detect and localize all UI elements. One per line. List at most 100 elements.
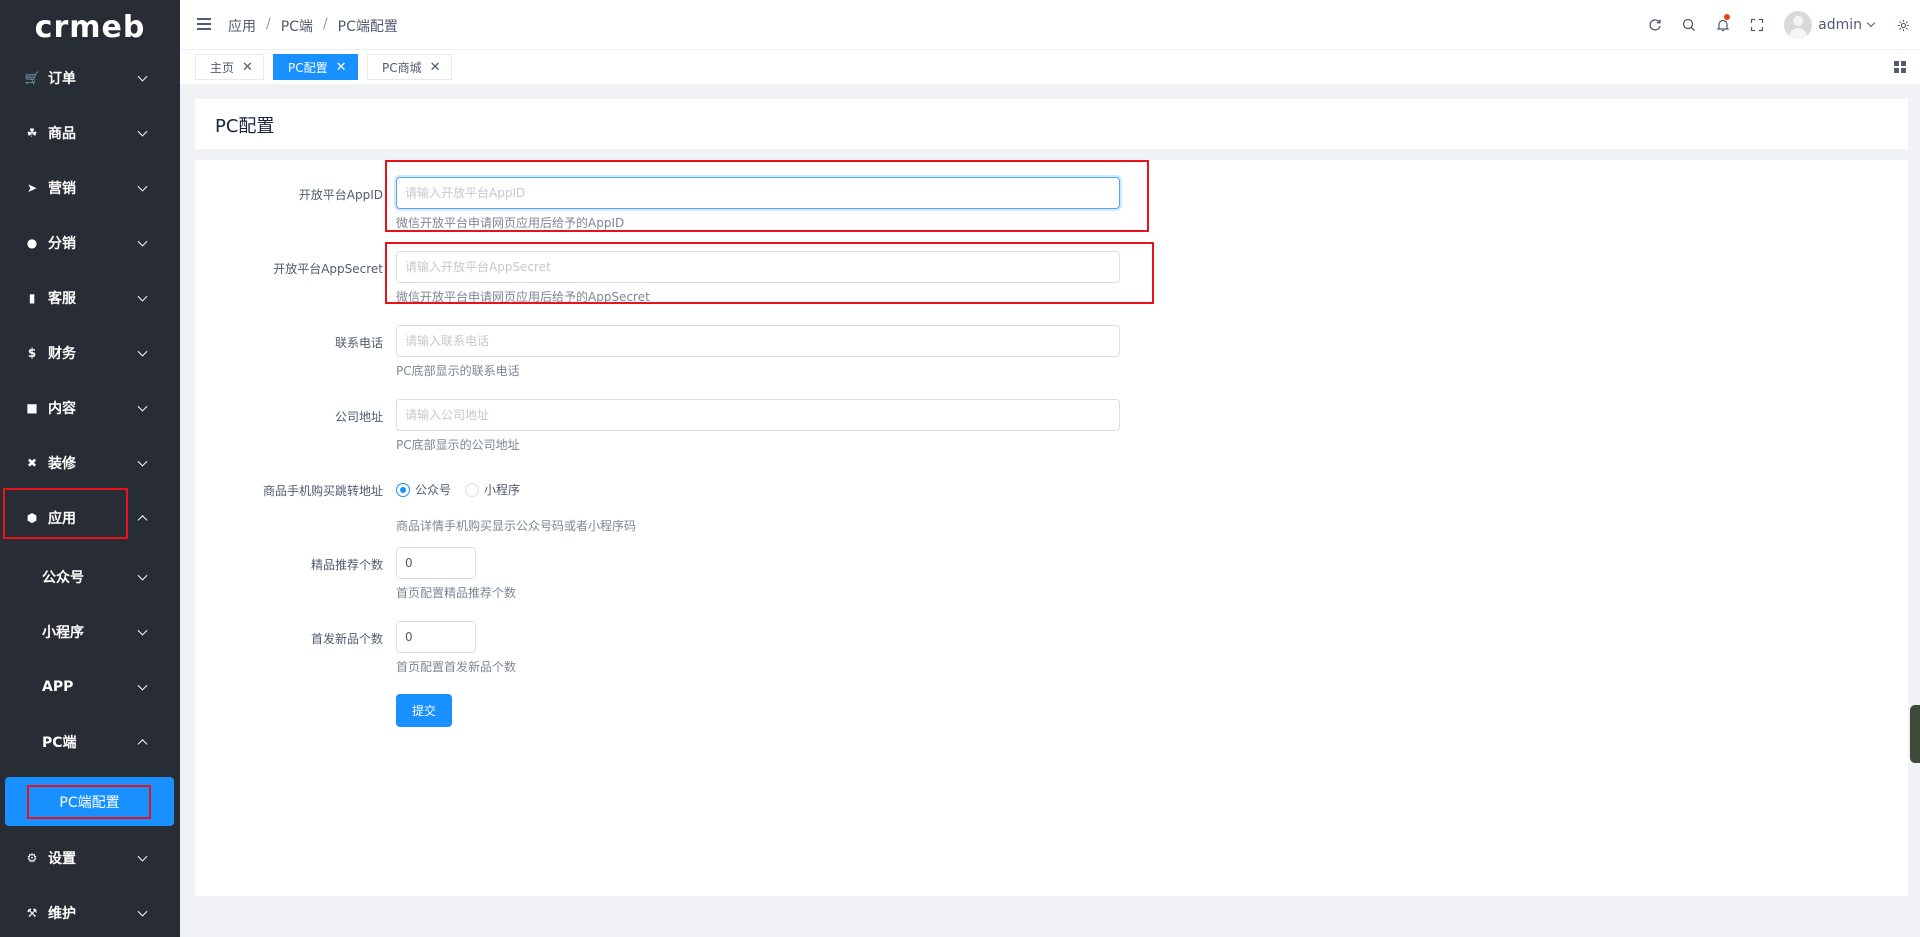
config-form: 开放平台AppID 微信开放平台申请网页应用后给予的AppID 开放平台AppS… — [195, 160, 1908, 896]
close-icon[interactable]: ✕ — [430, 60, 441, 75]
address-help: PC底部显示的公司地址 — [396, 438, 520, 452]
newcount-help: 首页配置首发新品个数 — [396, 660, 517, 674]
chevron-down-icon — [137, 680, 148, 691]
phone-input[interactable] — [396, 325, 1120, 357]
chevron-down-icon — [137, 181, 148, 192]
page-header-card: PC配置 — [195, 99, 1908, 149]
phone-label: 联系电话 — [334, 336, 383, 350]
sidebar-item-label: 财务 — [48, 345, 76, 362]
sidebar-item-label: 客服 — [48, 290, 76, 307]
sidebar: crmeb 🛒 订单 ☘ 商品 ➤ 营销 ● 分销 ▮ 客服 $ 财务 ■ 内容… — [0, 0, 180, 937]
sidebar-item-label: 维护 — [48, 905, 76, 922]
chevron-down-icon — [137, 906, 148, 917]
sidebar-subitem-pc[interactable]: PC端 — [0, 714, 180, 769]
sidebar-subitem-label: 小程序 — [42, 624, 84, 641]
chevron-up-icon — [137, 514, 148, 525]
appsecret-input[interactable] — [396, 251, 1120, 283]
sidebar-item-finance[interactable]: $ 财务 — [0, 325, 180, 380]
search-icon[interactable] — [1672, 0, 1706, 50]
sidebar-item-label: 商品 — [48, 125, 76, 142]
radio-label: 小程序 — [484, 483, 521, 497]
sidebar-item-apps[interactable]: ⬢ 应用 — [0, 490, 180, 545]
radio-mini-program[interactable]: 小程序 — [465, 481, 520, 498]
chevron-up-icon — [137, 738, 148, 749]
tab-home[interactable]: 主页 ✕ — [195, 54, 264, 80]
sidebar-subitem-mini-program[interactable]: 小程序 — [0, 604, 180, 659]
fullscreen-icon[interactable] — [1740, 0, 1774, 50]
appid-help: 微信开放平台申请网页应用后给予的AppID — [396, 216, 625, 230]
jump-label: 商品手机购买跳转地址 — [262, 484, 383, 498]
sidebar-leaf-pc-config[interactable]: PC端配置 — [5, 777, 174, 826]
chevron-down-icon — [137, 570, 148, 581]
appsecret-help: 微信开放平台申请网页应用后给予的AppSecret — [396, 290, 650, 304]
sidebar-item-products[interactable]: ☘ 商品 — [0, 105, 180, 160]
avatar[interactable] — [1784, 11, 1813, 39]
tools-icon: ✖ — [26, 455, 38, 470]
refresh-icon[interactable] — [1638, 0, 1672, 50]
hammer-icon: ⚒ — [26, 905, 38, 920]
tab-pc-config[interactable]: PC配置 ✕ — [273, 54, 358, 80]
users-icon: ● — [26, 235, 38, 250]
sidebar-item-content[interactable]: ■ 内容 — [0, 380, 180, 435]
address-input[interactable] — [396, 399, 1120, 431]
breadcrumb: 应用 / PC端 / PC端配置 — [228, 16, 398, 36]
username[interactable]: admin — [1818, 17, 1862, 33]
sidebar-item-settings[interactable]: ⚙ 设置 — [0, 830, 180, 885]
recommend-label: 精品推荐个数 — [310, 558, 383, 572]
tab-label: PC商城 — [382, 60, 422, 75]
basket-icon: ☘ — [26, 125, 38, 140]
tabs-bar: 主页 ✕ PC配置 ✕ PC商城 ✕ — [180, 50, 1920, 84]
chevron-down-icon — [137, 401, 148, 412]
breadcrumb-item[interactable]: 应用 — [228, 16, 256, 36]
tab-pc-mall[interactable]: PC商城 ✕ — [367, 54, 452, 80]
radio-official-account[interactable]: 公众号 — [396, 481, 451, 498]
submit-button[interactable]: 提交 — [396, 694, 452, 727]
sidebar-subitem-label: PC端 — [42, 734, 77, 751]
sidebar-item-label: 订单 — [48, 70, 76, 87]
appid-input[interactable] — [396, 177, 1120, 209]
sidebar-item-label: 应用 — [48, 510, 76, 527]
radio-unchecked-icon — [465, 482, 480, 497]
close-icon[interactable]: ✕ — [242, 60, 253, 75]
sidebar-subitem-official-account[interactable]: 公众号 — [0, 549, 180, 604]
chevron-down-icon — [137, 71, 148, 82]
book-icon: ■ — [26, 400, 38, 415]
address-label: 公司地址 — [334, 410, 383, 424]
sidebar-item-decoration[interactable]: ✖ 装修 — [0, 435, 180, 490]
chevron-down-icon — [137, 126, 148, 137]
sidebar-item-orders[interactable]: 🛒 订单 — [0, 50, 180, 105]
recommend-count-input[interactable] — [396, 547, 476, 579]
grid-menu-icon[interactable] — [1894, 61, 1906, 73]
sidebar-item-marketing[interactable]: ➤ 营销 — [0, 160, 180, 215]
chevron-down-icon — [137, 346, 148, 357]
chevron-down-icon[interactable] — [1866, 18, 1876, 28]
side-float-handle[interactable] — [1910, 705, 1920, 763]
newcount-input[interactable] — [396, 621, 476, 653]
radio-label: 公众号 — [415, 483, 452, 497]
chevron-down-icon — [137, 236, 148, 247]
cart-icon: 🛒 — [24, 70, 40, 85]
sidebar-item-label: 装修 — [48, 455, 76, 472]
sidebar-item-maintenance[interactable]: ⚒ 维护 — [0, 885, 180, 937]
top-header: 应用 / PC端 / PC端配置 admin — [180, 0, 1920, 50]
menu-toggle-icon[interactable] — [197, 18, 211, 30]
sidebar-item-label: 营销 — [48, 180, 76, 197]
newcount-label: 首发新品个数 — [310, 632, 383, 646]
jump-help: 商品详情手机购买显示公众号码或者小程序码 — [396, 519, 637, 533]
tab-label: PC配置 — [288, 60, 328, 75]
cube-icon: ⬢ — [26, 510, 38, 525]
sidebar-subitem-app[interactable]: APP — [0, 659, 180, 714]
sidebar-item-distribution[interactable]: ● 分销 — [0, 215, 180, 270]
breadcrumb-item[interactable]: PC端 — [281, 16, 313, 36]
settings-gear-icon[interactable] — [1892, 0, 1914, 50]
crmeb-logo[interactable]: crmeb — [0, 0, 180, 55]
bell-icon[interactable] — [1706, 0, 1740, 50]
gear-icon: ⚙ — [26, 850, 38, 865]
sidebar-item-service[interactable]: ▮ 客服 — [0, 270, 180, 325]
sidebar-item-label: 分销 — [48, 235, 76, 252]
close-icon[interactable]: ✕ — [336, 60, 347, 75]
appid-label: 开放平台AppID — [298, 188, 383, 202]
sidebar-subitem-label: APP — [42, 678, 74, 695]
sidebar-item-label: 内容 — [48, 400, 76, 417]
breadcrumb-separator: / — [322, 16, 328, 32]
